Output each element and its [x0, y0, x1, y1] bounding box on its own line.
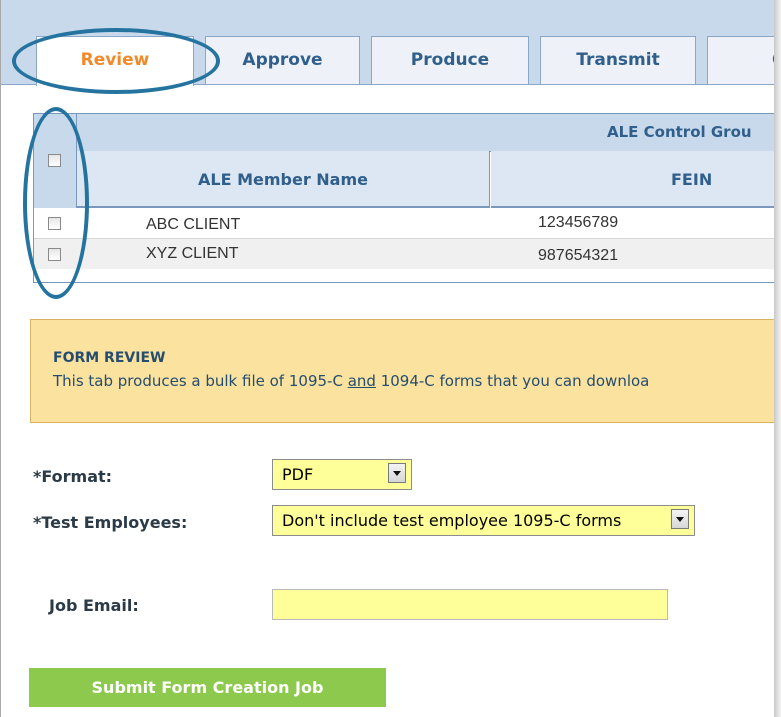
test-employees-select-value: Don't include test employee 1095-C forms	[282, 511, 622, 530]
group-header-label: ALE Control Grou	[607, 123, 752, 141]
info-text-part: This tab produces a bulk file of 1095-C	[53, 372, 348, 390]
fein-cell: 123456789	[538, 214, 619, 231]
info-text-part: 1094-C forms that you can downloa	[375, 372, 650, 390]
tab-transmit[interactable]: Transmit	[540, 36, 696, 84]
table-row: ABC CLIENT 123456789	[34, 208, 774, 238]
job-email-input[interactable]	[272, 589, 668, 620]
window-edge-shadow	[774, 0, 781, 717]
test-employees-select[interactable]: Don't include test employee 1095-C forms	[272, 505, 695, 536]
ale-control-group-header: ALE Control Grou	[77, 114, 774, 152]
info-title: FORM REVIEW	[53, 350, 166, 366]
review-tab-highlight-ellipse	[12, 28, 220, 94]
info-text-underlined: and	[347, 372, 376, 390]
fein-cell: 987654321	[538, 247, 619, 264]
tab-produce[interactable]: Produce	[371, 36, 529, 84]
chevron-down-icon[interactable]	[671, 509, 689, 529]
member-name-cell: ABC CLIENT	[146, 216, 241, 233]
app-frame: Review Approve Produce Transmit Co ALE C…	[0, 0, 775, 717]
form-review-info-box: FORM REVIEW This tab produces a bulk fil…	[30, 319, 774, 423]
column-header-member-name[interactable]: ALE Member Name	[77, 151, 490, 208]
submit-form-creation-job-button[interactable]: Submit Form Creation Job	[29, 668, 386, 707]
format-select-value: PDF	[282, 465, 314, 484]
member-name-cell: XYZ CLIENT	[146, 245, 239, 262]
table-row: XYZ CLIENT 987654321	[34, 239, 774, 269]
column-header-fein[interactable]: FEIN	[491, 151, 774, 208]
tab-co[interactable]: Co	[707, 36, 774, 84]
info-text: This tab produces a bulk file of 1095-C …	[53, 372, 649, 390]
checkbox-column-highlight-ellipse	[23, 107, 89, 299]
format-select[interactable]: PDF	[272, 459, 412, 490]
fein-header-label: FEIN	[671, 170, 713, 189]
test-employees-label: *Test Employees:	[33, 513, 188, 532]
chevron-down-icon[interactable]	[388, 463, 406, 483]
ale-member-grid: ALE Control Grou ALE Member Name FEIN AB…	[33, 113, 774, 283]
job-email-label: Job Email:	[49, 596, 139, 615]
tab-approve[interactable]: Approve	[205, 36, 360, 84]
format-label: *Format:	[33, 467, 113, 486]
